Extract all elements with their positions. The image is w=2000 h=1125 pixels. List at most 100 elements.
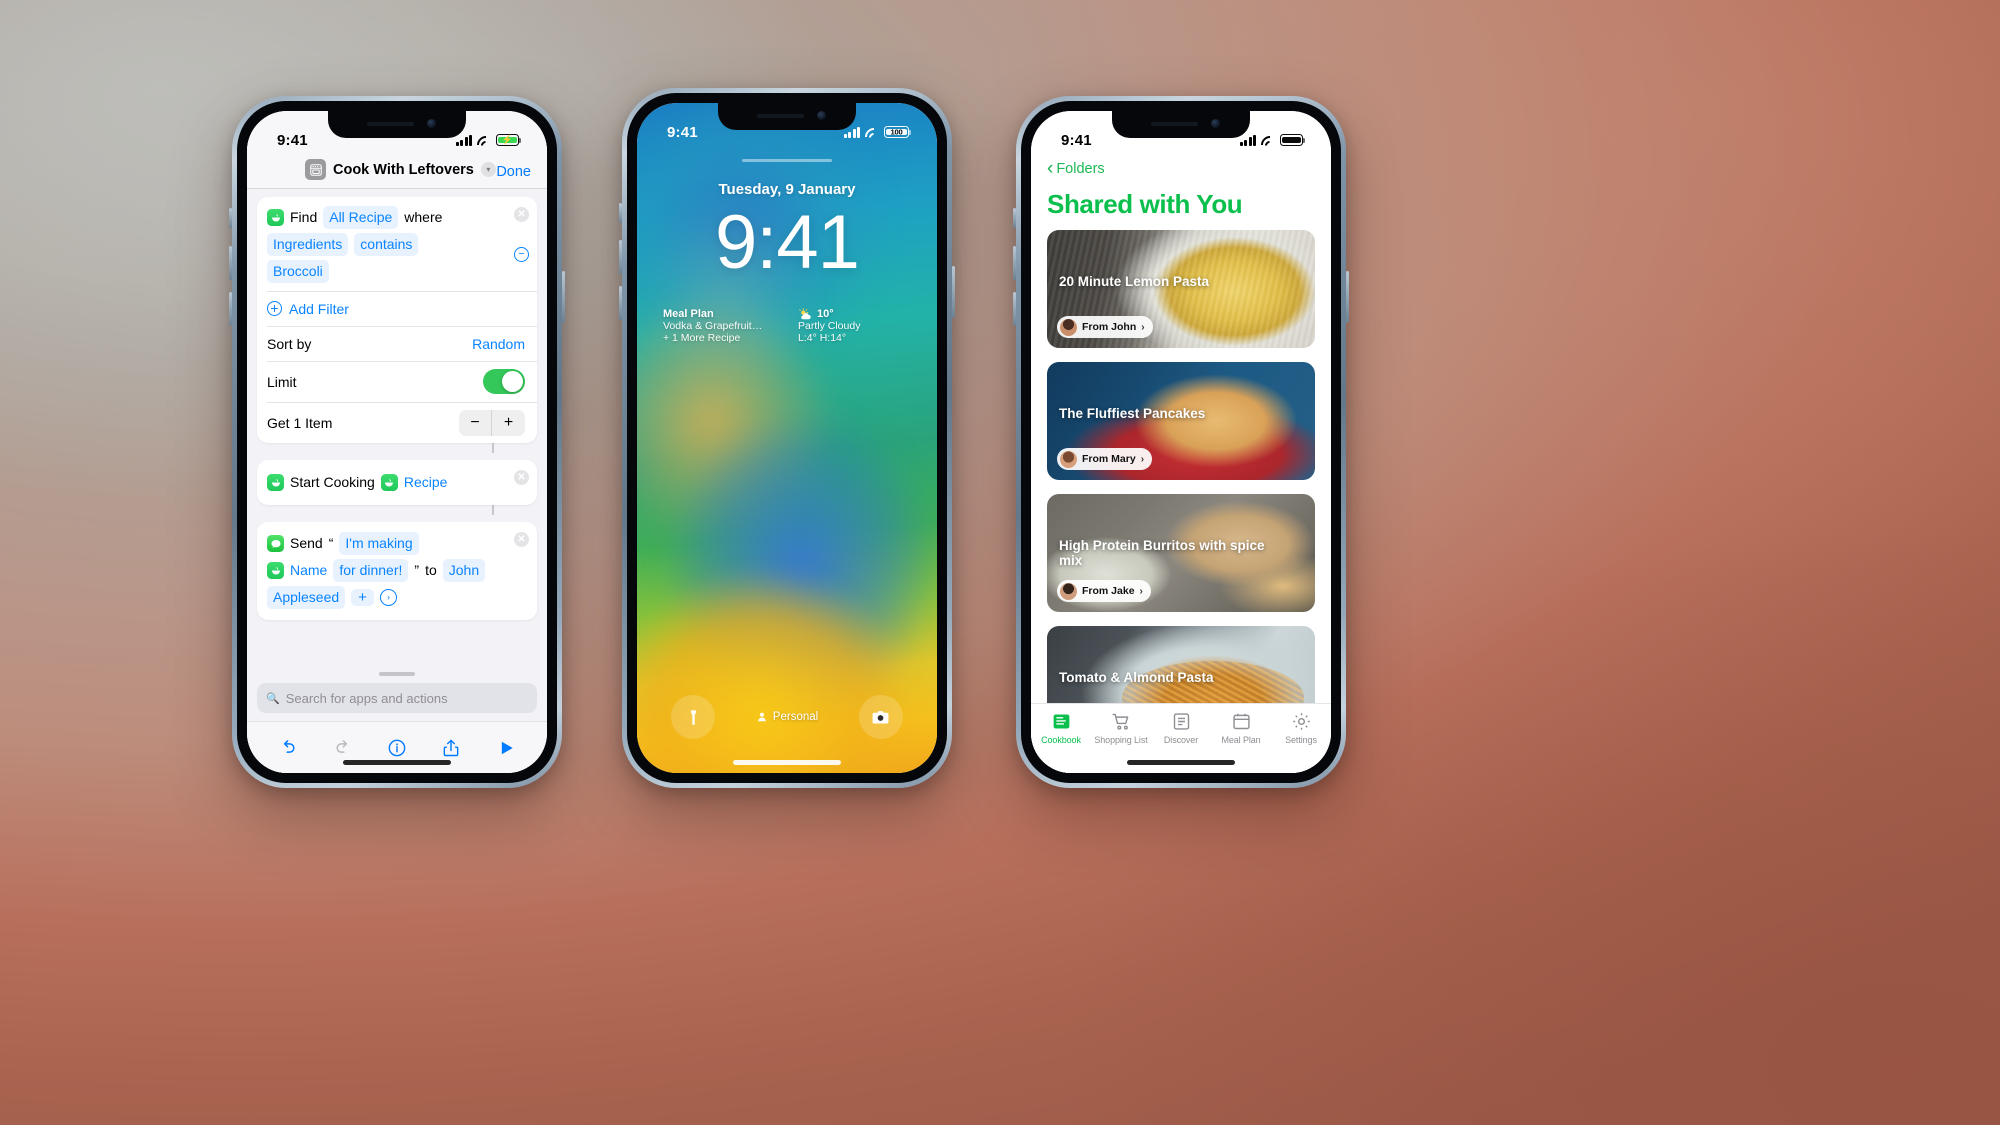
partly-cloudy-icon [798, 308, 813, 320]
widget-meal-plan[interactable]: Meal Plan Vodka & Grapefruit… + 1 More R… [663, 308, 776, 344]
avatar [1060, 582, 1077, 600]
shared-by-chip[interactable]: From Mary › [1057, 448, 1153, 470]
phone2-power-button[interactable] [952, 266, 955, 318]
phone3-mute-switch[interactable] [1013, 208, 1016, 228]
flashlight-button[interactable] [671, 695, 715, 739]
tab-settings[interactable]: Settings [1271, 711, 1331, 745]
search-input[interactable]: 🔍 Search for apps and actions [257, 683, 537, 713]
home-indicator[interactable] [733, 760, 841, 765]
get-items-row[interactable]: Get 1 Item − + [257, 402, 537, 443]
limit-label: Limit [267, 373, 297, 390]
focus-status[interactable]: Personal [756, 711, 818, 723]
cellular-signal-icon [455, 134, 472, 146]
list-item[interactable]: High Protein Burritos with spice mix Fro… [1047, 494, 1315, 612]
sort-by-row[interactable]: Sort by Random [257, 326, 537, 361]
shortcut-title-group[interactable]: Cook With Leftovers ▾ [305, 159, 496, 180]
lock-widgets: Meal Plan Vodka & Grapefruit… + 1 More R… [637, 308, 937, 344]
chevron-down-icon[interactable]: ▾ [480, 162, 496, 177]
remove-filter-icon[interactable]: − [514, 247, 529, 262]
lock-time: 9:41 [715, 200, 860, 285]
done-button[interactable]: Done [496, 164, 531, 180]
tab-meal-plan[interactable]: Meal Plan [1211, 711, 1271, 745]
phone3-power-button[interactable] [1346, 271, 1349, 323]
add-filter-label: Add Filter [289, 300, 349, 317]
phone-lock-screen: 9:41 100 Tuesday, 9 January 9:41 Meal Pl… [619, 88, 955, 788]
token-broccoli[interactable]: Broccoli [267, 260, 329, 283]
close-icon[interactable]: ✕ [514, 532, 529, 547]
home-indicator[interactable] [1127, 760, 1235, 765]
back-label: Folders [1056, 161, 1105, 177]
stepper-minus[interactable]: − [459, 409, 492, 436]
tab-label: Shopping List [1094, 735, 1148, 745]
close-icon[interactable]: ✕ [514, 207, 529, 222]
meal-plan-line2: + 1 More Recipe [663, 332, 741, 344]
camera-button[interactable] [858, 695, 903, 739]
token-john[interactable]: John [442, 559, 486, 582]
tab-shopping-list[interactable]: Shopping List [1091, 711, 1151, 745]
page-title: Shared with You [1047, 189, 1243, 219]
avatar [1060, 450, 1077, 468]
share-button[interactable] [441, 738, 461, 758]
sheet-grabber[interactable] [379, 672, 415, 676]
phone3-volume-down[interactable] [1013, 292, 1016, 326]
action-send-message-card[interactable]: ✕ Send “ I'm making Name for dinner! ” t… [257, 522, 537, 620]
token-appleseed[interactable]: Appleseed [267, 586, 346, 609]
widget-weather[interactable]: 10° Partly Cloudy L:4° H:14° [798, 308, 911, 344]
shared-by-chip[interactable]: From Jake › [1057, 580, 1151, 602]
close-icon[interactable]: ✕ [514, 470, 529, 485]
phone1-power-button[interactable] [562, 271, 565, 323]
notch [328, 111, 466, 138]
back-button[interactable]: ‹ Folders [1047, 159, 1313, 178]
tab-cookbook[interactable]: Cookbook [1031, 711, 1091, 745]
phone3-volume-up[interactable] [1013, 246, 1016, 280]
sort-by-value[interactable]: Random [472, 336, 525, 352]
run-button[interactable] [496, 738, 516, 758]
phone1-mute-switch[interactable] [229, 208, 232, 228]
plus-circle-icon: + [267, 301, 282, 316]
recipe-list: 20 Minute Lemon Pasta From John › The Fl… [1031, 230, 1331, 703]
tab-discover[interactable]: Discover [1151, 711, 1211, 745]
add-recipient-button[interactable]: + [351, 589, 374, 606]
phone2-volume-up[interactable] [619, 240, 622, 274]
battery-icon: ⚡ [496, 134, 522, 146]
token-name[interactable]: Name [290, 559, 327, 582]
token-im-making[interactable]: I'm making [339, 532, 419, 555]
list-item[interactable]: 20 Minute Lemon Pasta From John › [1047, 230, 1315, 348]
phone1-volume-buttons[interactable] [229, 246, 232, 280]
shared-by-chip[interactable]: From John › [1057, 316, 1153, 338]
undo-button[interactable] [278, 738, 298, 758]
token-all-recipe[interactable]: All Recipe [323, 206, 399, 229]
shared-by-name: From Jake [1082, 585, 1135, 597]
home-indicator[interactable] [343, 760, 451, 765]
quantity-stepper[interactable]: − + [459, 409, 525, 436]
action-find-card[interactable]: ✕ − Find All Recipe where Ingredients co… [257, 197, 537, 443]
recipe-app-icon [267, 209, 284, 226]
list-item[interactable]: The Fluffiest Pancakes From Mary › [1047, 362, 1315, 480]
phone2-volume-down[interactable] [619, 286, 622, 320]
battery-percent: 100 [890, 127, 903, 137]
tab-label: Cookbook [1041, 735, 1081, 745]
action-connector [492, 505, 494, 515]
list-item[interactable]: Tomato & Almond Pasta From Dad › [1047, 626, 1315, 703]
info-button[interactable] [387, 738, 407, 758]
token-contains[interactable]: contains [354, 233, 419, 256]
phone2-mute-switch[interactable] [619, 203, 622, 223]
meal-plan-title: Meal Plan [663, 308, 714, 320]
status-time: 9:41 [277, 131, 308, 149]
token-for-dinner[interactable]: for dinner! [333, 559, 409, 582]
limit-row[interactable]: Limit [257, 362, 537, 402]
redo-button[interactable] [333, 738, 353, 758]
stepper-plus[interactable]: + [492, 410, 525, 436]
chevron-right-icon[interactable]: › [379, 589, 397, 606]
chevron-right-icon: › [1141, 321, 1145, 333]
to-word: to [425, 562, 437, 578]
weather-range: L:4° H:14° [798, 332, 847, 344]
add-filter-button[interactable]: + Add Filter [257, 292, 537, 326]
action-start-cooking-card[interactable]: ✕ Start Cooking Recipe [257, 460, 537, 505]
token-ingredients[interactable]: Ingredients [267, 233, 349, 256]
token-recipe[interactable]: Recipe [404, 471, 448, 494]
phone1-volume-down[interactable] [229, 292, 232, 326]
limit-toggle[interactable] [483, 369, 525, 394]
notification-grabber[interactable] [742, 159, 832, 162]
oven-icon [305, 159, 326, 180]
